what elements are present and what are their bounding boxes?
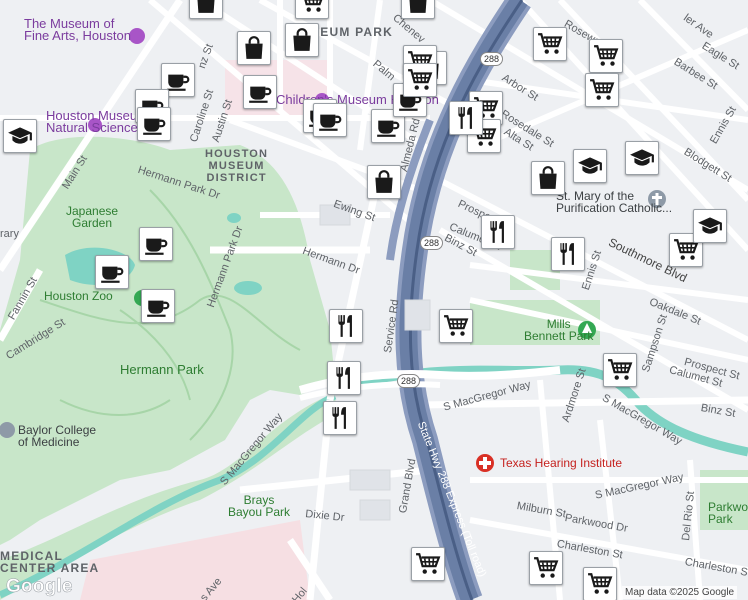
school-icon xyxy=(7,123,33,149)
map-marker-cafe[interactable] xyxy=(243,75,277,109)
map-marker-shopping-cart[interactable] xyxy=(589,39,623,73)
highway-shield: 288 xyxy=(480,52,504,66)
map-marker-shopping-bag[interactable] xyxy=(285,23,319,57)
mills-bennett-park-label[interactable]: Mills Bennett Park xyxy=(524,318,593,342)
shopping-bag-icon xyxy=(241,35,267,61)
district-label: HOUSTON MUSEUM DISTRICT xyxy=(205,148,269,184)
shopping-bag-icon xyxy=(193,0,219,15)
parkwood-park-label[interactable]: Parkwo Park xyxy=(708,501,748,525)
shopping-cart-icon xyxy=(443,313,469,339)
shopping-bag-icon xyxy=(405,0,431,15)
restaurant-icon xyxy=(327,405,353,431)
map-marker-shopping-cart[interactable] xyxy=(529,551,563,585)
school-icon xyxy=(697,213,723,239)
map-marker-cafe[interactable] xyxy=(137,107,171,141)
japanese-garden-label[interactable]: Japanese Garden xyxy=(66,205,118,229)
cafe-icon xyxy=(143,231,169,257)
natural-science-museum-label[interactable]: Houston Museum Natural Science xyxy=(46,109,148,134)
texas-hearing-institute-label[interactable]: Texas Hearing Institute xyxy=(500,457,622,469)
map-marker-restaurant[interactable] xyxy=(449,101,483,135)
cafe-icon xyxy=(145,293,171,319)
medical-center-label: MEDICAL CENTER AREA xyxy=(0,549,100,575)
map-marker-shopping-cart[interactable] xyxy=(583,567,617,600)
map-canvas[interactable]: 288 288 288 HOUSTON MUSEUM DISTRICT MUSE… xyxy=(0,0,748,600)
cafe-icon xyxy=(99,259,125,285)
map-marker-shopping-cart[interactable] xyxy=(403,63,437,97)
map-attribution[interactable]: Map data ©2025 Google xyxy=(622,586,738,599)
map-marker-cafe[interactable] xyxy=(95,255,129,289)
restaurant-icon xyxy=(555,241,581,267)
map-marker-shopping-bag[interactable] xyxy=(531,161,565,195)
map-marker-shopping-bag[interactable] xyxy=(189,0,223,19)
map-marker-shopping-cart[interactable] xyxy=(295,0,329,19)
library-label: rary xyxy=(0,228,19,240)
map-marker-shopping-cart[interactable] xyxy=(411,547,445,581)
map-marker-school[interactable] xyxy=(693,209,727,243)
shopping-bag-icon xyxy=(289,27,315,53)
map-marker-school[interactable] xyxy=(3,119,37,153)
shopping-cart-icon xyxy=(299,0,325,15)
map-marker-shopping-cart[interactable] xyxy=(585,73,619,107)
shopping-cart-icon xyxy=(593,43,619,69)
restaurant-icon xyxy=(331,365,357,391)
restaurant-icon xyxy=(453,105,479,131)
restaurant-icon xyxy=(333,313,359,339)
shopping-cart-icon xyxy=(587,571,613,597)
map-marker-restaurant[interactable] xyxy=(329,309,363,343)
hermann-park-label[interactable]: Hermann Park xyxy=(120,363,204,376)
map-marker-shopping-bag[interactable] xyxy=(367,165,401,199)
brays-bayou-park-label[interactable]: Brays Bayou Park xyxy=(228,494,290,518)
highway-shield: 288 xyxy=(420,236,444,250)
shopping-cart-icon xyxy=(607,357,633,383)
map-marker-cafe[interactable] xyxy=(141,289,175,323)
shopping-bag-icon xyxy=(535,165,561,191)
map-marker-shopping-bag[interactable] xyxy=(401,0,435,19)
shopping-cart-icon xyxy=(407,67,433,93)
cafe-icon xyxy=(141,111,167,137)
shopping-cart-icon xyxy=(589,77,615,103)
map-marker-restaurant[interactable] xyxy=(551,237,585,271)
houston-zoo-label[interactable]: Houston Zoo xyxy=(44,290,113,302)
map-marker-shopping-cart[interactable] xyxy=(439,309,473,343)
shopping-cart-icon xyxy=(537,31,563,57)
cafe-icon xyxy=(165,67,191,93)
cafe-icon xyxy=(247,79,273,105)
st-mary-label[interactable]: St. Mary of the Purification Catholic... xyxy=(556,190,672,214)
map-marker-restaurant[interactable] xyxy=(481,215,515,249)
shopping-bag-icon xyxy=(371,169,397,195)
museum-pin-icon xyxy=(129,28,145,44)
school-icon xyxy=(577,153,603,179)
restaurant-icon xyxy=(485,219,511,245)
map-marker-restaurant[interactable] xyxy=(323,401,357,435)
map-marker-school[interactable] xyxy=(573,149,607,183)
museum-of-fine-arts-label[interactable]: The Museum of Fine Arts, Houston xyxy=(24,17,131,42)
map-marker-shopping-cart[interactable] xyxy=(533,27,567,61)
cafe-icon xyxy=(317,107,343,133)
google-logo[interactable]: Google xyxy=(6,576,73,598)
highway-shield: 288 xyxy=(397,374,421,388)
map-marker-cafe[interactable] xyxy=(139,227,173,261)
map-marker-school[interactable] xyxy=(625,141,659,175)
shopping-cart-icon xyxy=(533,555,559,581)
school-icon xyxy=(629,145,655,171)
map-marker-cafe[interactable] xyxy=(313,103,347,137)
map-marker-restaurant[interactable] xyxy=(327,361,361,395)
baylor-college-label[interactable]: Baylor College of Medicine xyxy=(18,424,96,448)
map-marker-shopping-cart[interactable] xyxy=(603,353,637,387)
shopping-cart-icon xyxy=(415,551,441,577)
map-marker-shopping-bag[interactable] xyxy=(237,31,271,65)
